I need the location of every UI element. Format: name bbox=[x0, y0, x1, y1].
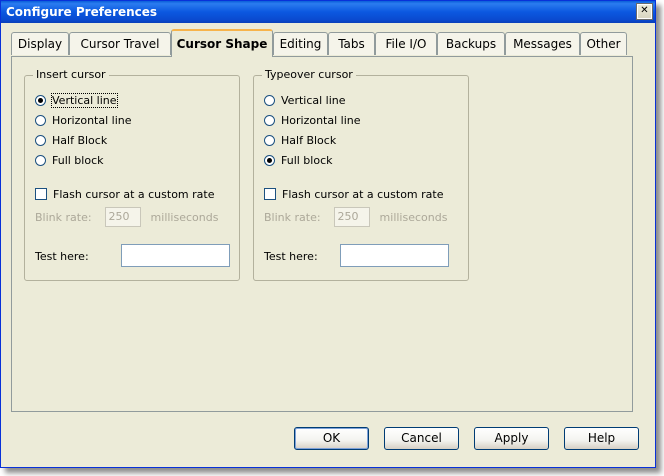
blink-rate-input[interactable]: 250 bbox=[104, 207, 141, 227]
cursor-shape-panel: Insert cursor Vertical line Horizontal l… bbox=[11, 56, 633, 412]
insert-test-row: Test here: bbox=[35, 248, 89, 264]
insert-option-half-block[interactable]: Half Block bbox=[35, 132, 107, 148]
tab-tabs[interactable]: Tabs bbox=[328, 32, 375, 55]
radio-button[interactable] bbox=[264, 94, 275, 106]
tab-editing[interactable]: Editing bbox=[273, 32, 328, 55]
option-label: Half Block bbox=[52, 133, 108, 147]
tab-cursor-travel[interactable]: Cursor Travel bbox=[69, 32, 171, 55]
typeover-test-input[interactable] bbox=[340, 244, 449, 267]
test-here-label: Test here: bbox=[35, 249, 89, 263]
help-button[interactable]: Help bbox=[564, 427, 639, 450]
tab-cursor-shape[interactable]: Cursor Shape bbox=[171, 29, 273, 57]
option-label: Horizontal line bbox=[52, 113, 132, 127]
ok-button[interactable]: OK bbox=[294, 427, 369, 450]
radio-button[interactable] bbox=[35, 154, 46, 166]
option-label: Horizontal line bbox=[281, 113, 361, 127]
option-label: Vertical line bbox=[51, 92, 118, 108]
typeover-flash-checkbox-row[interactable]: Flash cursor at a custom rate bbox=[264, 186, 443, 202]
blink-unit-label: milliseconds bbox=[150, 210, 219, 224]
radio-button-selected[interactable] bbox=[264, 154, 275, 166]
title-bar[interactable]: Configure Preferences ✕ bbox=[1, 1, 655, 23]
insert-blink-rate-row: Blink rate: 250 milliseconds bbox=[35, 206, 218, 228]
typeover-cursor-group: Typeover cursor Vertical line Horizontal… bbox=[253, 68, 469, 281]
flash-checkbox[interactable] bbox=[264, 188, 276, 200]
blink-rate-label: Blink rate: bbox=[264, 210, 321, 224]
blink-rate-input[interactable]: 250 bbox=[333, 207, 370, 227]
cancel-button[interactable]: Cancel bbox=[384, 427, 459, 450]
typeover-option-half-block[interactable]: Half Block bbox=[264, 132, 336, 148]
insert-option-full-block[interactable]: Full block bbox=[35, 152, 104, 168]
blink-rate-label: Blink rate: bbox=[35, 210, 92, 224]
flash-checkbox[interactable] bbox=[35, 188, 47, 200]
radio-button[interactable] bbox=[264, 134, 275, 146]
option-label: Half Block bbox=[281, 133, 337, 147]
typeover-blink-rate-row: Blink rate: 250 milliseconds bbox=[264, 206, 447, 228]
tab-messages[interactable]: Messages bbox=[505, 32, 580, 55]
blink-unit-label: milliseconds bbox=[379, 210, 448, 224]
test-here-label: Test here: bbox=[264, 249, 318, 263]
typeover-option-full-block[interactable]: Full block bbox=[264, 152, 333, 168]
option-label: Full block bbox=[52, 153, 104, 167]
configure-preferences-dialog: Configure Preferences ✕ Display Cursor T… bbox=[0, 0, 656, 468]
tab-display[interactable]: Display bbox=[11, 32, 69, 55]
close-button[interactable]: ✕ bbox=[636, 3, 653, 20]
insert-option-horizontal-line[interactable]: Horizontal line bbox=[35, 112, 132, 128]
radio-button[interactable] bbox=[35, 134, 46, 146]
flash-label: Flash cursor at a custom rate bbox=[282, 187, 444, 201]
tab-backups[interactable]: Backups bbox=[437, 32, 505, 55]
flash-label: Flash cursor at a custom rate bbox=[53, 187, 215, 201]
insert-flash-checkbox-row[interactable]: Flash cursor at a custom rate bbox=[35, 186, 214, 202]
insert-option-vertical-line[interactable]: Vertical line bbox=[35, 92, 118, 108]
typeover-option-vertical-line[interactable]: Vertical line bbox=[264, 92, 346, 108]
close-icon: ✕ bbox=[640, 5, 649, 16]
radio-button[interactable] bbox=[35, 114, 46, 126]
option-label: Full block bbox=[281, 153, 333, 167]
typeover-option-horizontal-line[interactable]: Horizontal line bbox=[264, 112, 361, 128]
insert-cursor-group: Insert cursor Vertical line Horizontal l… bbox=[24, 68, 240, 281]
tab-other[interactable]: Other bbox=[580, 32, 627, 55]
typeover-test-row: Test here: bbox=[264, 248, 318, 264]
option-label: Vertical line bbox=[281, 93, 346, 107]
radio-button-selected[interactable] bbox=[35, 94, 46, 106]
window-title: Configure Preferences bbox=[6, 5, 158, 19]
typeover-cursor-label: Typeover cursor bbox=[262, 68, 356, 81]
insert-cursor-label: Insert cursor bbox=[33, 68, 109, 81]
apply-button[interactable]: Apply bbox=[474, 427, 549, 450]
radio-button[interactable] bbox=[264, 114, 275, 126]
insert-test-input[interactable] bbox=[121, 244, 230, 267]
tab-file-io[interactable]: File I/O bbox=[375, 32, 437, 55]
